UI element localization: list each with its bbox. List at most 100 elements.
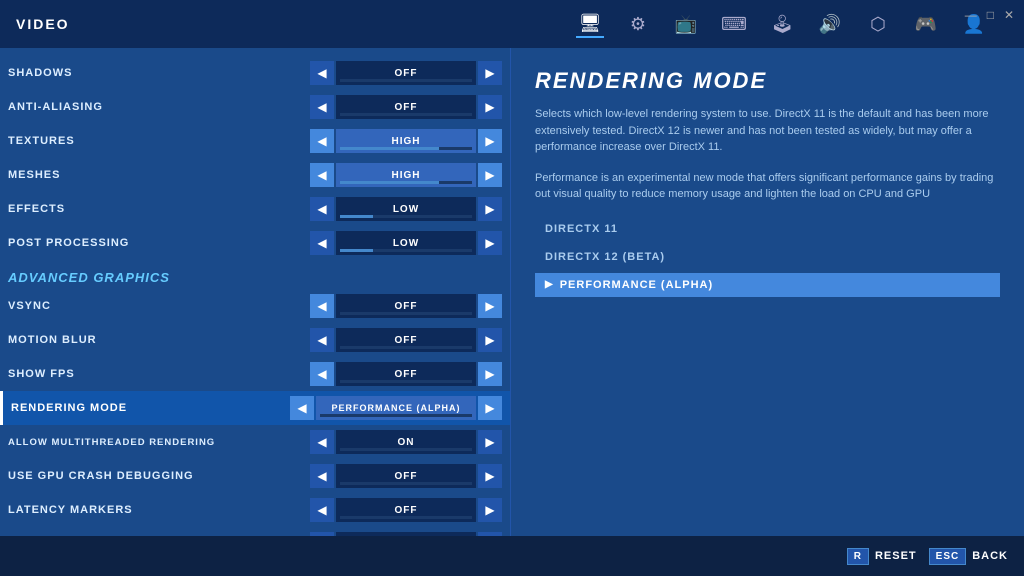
nav-network-icon[interactable]: ⬡	[864, 10, 892, 38]
post-processing-increase-button[interactable]: ▶	[478, 231, 502, 255]
nav-display-icon[interactable]: 📺	[672, 10, 700, 38]
control-multithreaded-rendering: ◀ ON ▶	[310, 430, 502, 454]
minimize-button[interactable]: —	[965, 8, 977, 22]
show-fps-value: OFF	[336, 362, 476, 386]
advanced-graphics-header: ADVANCED GRAPHICS	[0, 260, 510, 289]
rendering-mode-decrease-button[interactable]: ◀	[290, 396, 314, 420]
reset-label: RESET	[875, 550, 917, 562]
nav-audio-icon[interactable]: 🔊	[816, 10, 844, 38]
setting-shadows[interactable]: SHADOWS ◀ OFF ▶	[0, 56, 510, 90]
close-button[interactable]: ✕	[1004, 8, 1014, 22]
info-panel: RENDERING MODE Selects which low-level r…	[510, 48, 1024, 536]
meshes-decrease-button[interactable]: ◀	[310, 163, 334, 187]
control-textures: ◀ HIGH ▶	[310, 129, 502, 153]
meshes-increase-button[interactable]: ▶	[478, 163, 502, 187]
latency-markers-increase-button[interactable]: ▶	[478, 498, 502, 522]
setting-label-vsync: VSYNC	[8, 300, 310, 312]
reset-key-badge: R	[847, 548, 869, 565]
setting-gpu-crash[interactable]: USE GPU CRASH DEBUGGING ◀ OFF ▶	[0, 459, 510, 493]
back-label: BACK	[972, 550, 1008, 562]
show-fps-decrease-button[interactable]: ◀	[310, 362, 334, 386]
textures-decrease-button[interactable]: ◀	[310, 129, 334, 153]
option-performance-alpha-label: PERFORMANCE (ALPHA)	[560, 279, 713, 291]
setting-label-latency-markers: LATENCY MARKERS	[8, 504, 310, 516]
nav-gamepad-icon[interactable]: 🕹	[768, 10, 796, 38]
nvidia-reflex-increase-button[interactable]: ▶	[478, 532, 502, 536]
shadows-decrease-button[interactable]: ◀	[310, 61, 334, 85]
setting-label-rendering-mode: RENDERING MODE	[11, 402, 290, 414]
setting-anti-aliasing[interactable]: ANTI-ALIASING ◀ OFF ▶	[0, 90, 510, 124]
motion-blur-value: OFF	[336, 328, 476, 352]
anti-aliasing-increase-button[interactable]: ▶	[478, 95, 502, 119]
multithreaded-value: ON	[336, 430, 476, 454]
setting-show-fps[interactable]: SHOW FPS ◀ OFF ▶	[0, 357, 510, 391]
nav-settings-icon[interactable]: ⚙	[624, 10, 652, 38]
info-desc-2: Performance is an experimental new mode …	[535, 170, 1000, 203]
maximize-button[interactable]: □	[987, 8, 994, 22]
gpu-crash-decrease-button[interactable]: ◀	[310, 464, 334, 488]
textures-increase-button[interactable]: ▶	[478, 129, 502, 153]
control-latency-markers: ◀ OFF ▶	[310, 498, 502, 522]
setting-multithreaded-rendering[interactable]: ALLOW MULTITHREADED RENDERING ◀ ON ▶	[0, 425, 510, 459]
setting-nvidia-reflex[interactable]: NVIDIA REFLEX LOW LATENCY ◀ OFF ▶	[0, 527, 510, 536]
setting-textures[interactable]: TEXTURES ◀ HIGH ▶	[0, 124, 510, 158]
anti-aliasing-value: OFF	[336, 95, 476, 119]
setting-effects[interactable]: EFFECTS ◀ LOW ▶	[0, 192, 510, 226]
effects-increase-button[interactable]: ▶	[478, 197, 502, 221]
post-processing-value: LOW	[336, 231, 476, 255]
gpu-crash-increase-button[interactable]: ▶	[478, 464, 502, 488]
meshes-value: HIGH	[336, 163, 476, 187]
setting-meshes[interactable]: MESHES ◀ HIGH ▶	[0, 158, 510, 192]
rendering-mode-increase-button[interactable]: ▶	[478, 396, 502, 420]
setting-label-effects: EFFECTS	[8, 203, 310, 215]
rendering-mode-value: PERFORMANCE (ALPHA)	[316, 396, 476, 420]
option-directx12[interactable]: DIRECTX 12 (BETA)	[535, 245, 1000, 269]
setting-vsync[interactable]: VSYNC ◀ OFF ▶	[0, 289, 510, 323]
multithreaded-increase-button[interactable]: ▶	[478, 430, 502, 454]
reset-button[interactable]: R RESET	[847, 548, 917, 565]
info-desc-1: Selects which low-level rendering system…	[535, 106, 1000, 156]
option-directx11-label: DIRECTX 11	[545, 223, 618, 235]
nav-keyboard-icon[interactable]: ⌨	[720, 10, 748, 38]
setting-label-shadows: SHADOWS	[8, 67, 310, 79]
nvidia-reflex-decrease-button[interactable]: ◀	[310, 532, 334, 536]
control-anti-aliasing: ◀ OFF ▶	[310, 95, 502, 119]
setting-label-textures: TEXTURES	[8, 135, 310, 147]
option-directx11[interactable]: DIRECTX 11	[535, 217, 1000, 241]
control-show-fps: ◀ OFF ▶	[310, 362, 502, 386]
setting-label-meshes: MESHES	[8, 169, 310, 181]
motion-blur-increase-button[interactable]: ▶	[478, 328, 502, 352]
setting-post-processing[interactable]: POST PROCESSING ◀ LOW ▶	[0, 226, 510, 260]
nav-monitor-icon[interactable]: 🖥	[576, 10, 604, 38]
bottom-bar: R RESET ESC BACK	[0, 536, 1024, 576]
show-fps-increase-button[interactable]: ▶	[478, 362, 502, 386]
setting-motion-blur[interactable]: MOTION BLUR ◀ OFF ▶	[0, 323, 510, 357]
control-meshes: ◀ HIGH ▶	[310, 163, 502, 187]
vsync-decrease-button[interactable]: ◀	[310, 294, 334, 318]
back-key-badge: ESC	[929, 548, 967, 565]
info-title: RENDERING MODE	[535, 68, 1000, 94]
back-button[interactable]: ESC BACK	[929, 548, 1008, 565]
main-content: SHADOWS ◀ OFF ▶ ANTI-ALIASING ◀ OFF ▶	[0, 48, 1024, 536]
textures-value: HIGH	[336, 129, 476, 153]
shadows-increase-button[interactable]: ▶	[478, 61, 502, 85]
setting-label-show-fps: SHOW FPS	[8, 368, 310, 380]
info-options: DIRECTX 11 DIRECTX 12 (BETA) ▶ PERFORMAN…	[535, 217, 1000, 297]
post-processing-decrease-button[interactable]: ◀	[310, 231, 334, 255]
anti-aliasing-decrease-button[interactable]: ◀	[310, 95, 334, 119]
control-nvidia-reflex: ◀ OFF ▶	[310, 532, 502, 536]
latency-markers-decrease-button[interactable]: ◀	[310, 498, 334, 522]
setting-label-multithreaded-rendering: ALLOW MULTITHREADED RENDERING	[8, 437, 310, 448]
setting-label-motion-blur: MOTION BLUR	[8, 334, 310, 346]
motion-blur-decrease-button[interactable]: ◀	[310, 328, 334, 352]
vsync-increase-button[interactable]: ▶	[478, 294, 502, 318]
option-performance-alpha[interactable]: ▶ PERFORMANCE (ALPHA)	[535, 273, 1000, 297]
control-motion-blur: ◀ OFF ▶	[310, 328, 502, 352]
nav-controller-icon[interactable]: 🎮	[912, 10, 940, 38]
setting-rendering-mode[interactable]: RENDERING MODE ◀ PERFORMANCE (ALPHA) ▶	[0, 391, 510, 425]
setting-label-gpu-crash: USE GPU CRASH DEBUGGING	[8, 470, 310, 482]
effects-decrease-button[interactable]: ◀	[310, 197, 334, 221]
settings-panel: SHADOWS ◀ OFF ▶ ANTI-ALIASING ◀ OFF ▶	[0, 48, 510, 536]
setting-latency-markers[interactable]: LATENCY MARKERS ◀ OFF ▶	[0, 493, 510, 527]
multithreaded-decrease-button[interactable]: ◀	[310, 430, 334, 454]
